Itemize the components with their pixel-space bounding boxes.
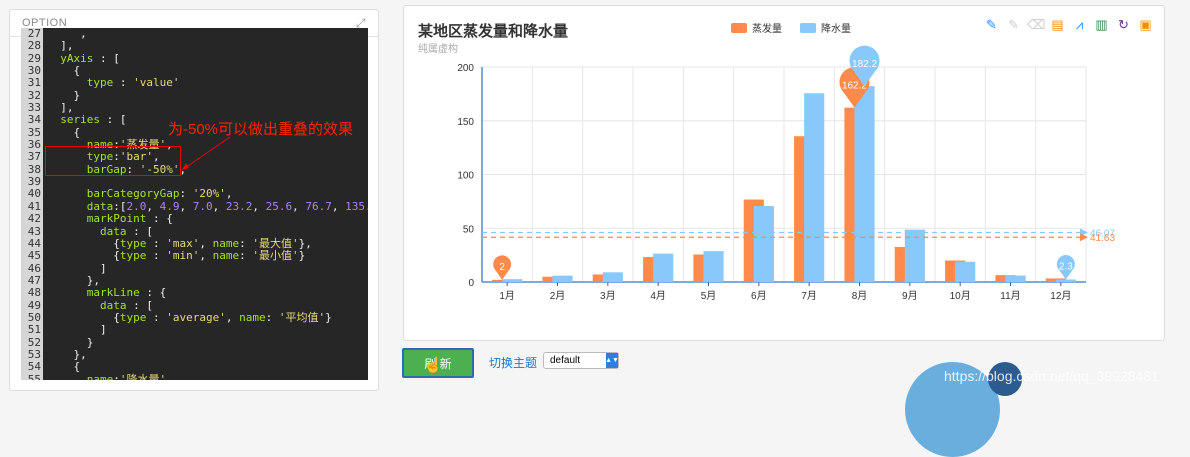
bar <box>854 86 875 282</box>
line-number: 45 <box>27 249 41 263</box>
bar <box>1005 275 1026 282</box>
code-content[interactable]: , ], yAxis : [ { type : 'value' } ], ser… <box>47 28 368 380</box>
theme-select[interactable]: default ▲▼ <box>543 352 619 369</box>
bar-chart: 0 50 100 150 200 1月 2月 3月 4月 5月 6月 7月 8月 9月 10月 11月 12月 4… <box>457 45 1115 302</box>
x-tick-label: 12月 <box>1050 290 1071 302</box>
annotation-text: 为-50%可以做出重叠的效果 <box>168 121 354 138</box>
x-tick-label: 11月 <box>1000 290 1020 302</box>
chart-panel: 某地区蒸发量和降水量 纯属虚构 蒸发量 降水量 ✎ ✎ ⌫ ▤ ⩘ ▥ ↻ ▣ … <box>403 5 1165 341</box>
bar <box>804 93 825 282</box>
line-number: 31 <box>27 76 41 90</box>
y-tick-label: 200 <box>457 63 474 74</box>
bar <box>602 272 623 282</box>
x-tick-label: 8月 <box>852 290 868 302</box>
line-number: 28 <box>27 39 41 53</box>
line-number: 42 <box>27 212 41 226</box>
x-tick-label: 9月 <box>902 290 918 302</box>
bar <box>955 261 976 282</box>
bar <box>502 279 523 282</box>
line-number: 51 <box>27 323 41 337</box>
mark-point-label: 182.2 <box>852 59 877 70</box>
x-tick-label: 1月 <box>499 290 515 302</box>
theme-label: 切换主题 <box>489 356 538 370</box>
mark-line-label: 41.63 <box>1090 233 1115 244</box>
bar <box>753 205 774 282</box>
y-tick-label: 50 <box>463 224 475 235</box>
mark-point-label: 2.3 <box>1059 262 1073 273</box>
bar <box>653 253 674 282</box>
mark-point-label: 2 <box>499 262 505 273</box>
annotation-box <box>45 146 181 176</box>
line-number: 37 <box>27 150 41 164</box>
y-tick-label: 100 <box>457 171 474 182</box>
x-tick-label: 7月 <box>801 290 817 302</box>
y-tick-label: 150 <box>457 117 474 128</box>
bar <box>552 275 573 282</box>
x-tick-label: 3月 <box>600 290 616 302</box>
line-number: 54 <box>27 360 41 374</box>
theme-select-value: default <box>550 355 581 366</box>
chevron-down-icon: ▲▼ <box>605 353 619 368</box>
line-number: 34 <box>27 113 41 127</box>
watermark: https://blog.csdn.net/qq_39928481 <box>944 368 1159 384</box>
line-number: 48 <box>27 286 41 300</box>
x-tick-label: 5月 <box>701 290 717 302</box>
line-number-gutter: 27 28 29 30 31 32 33 34 35 36 37 38 39 40 41 42 43 44 45 46… <box>21 28 43 380</box>
bar <box>1055 279 1076 282</box>
x-tick-label: 6月 <box>751 290 767 302</box>
x-tick-label: 2月 <box>550 290 566 302</box>
x-tick-label: 10月 <box>950 290 971 302</box>
line-number: 43 <box>27 224 41 238</box>
hand-cursor-icon: ☝ <box>424 357 443 374</box>
line-number: 55 <box>27 372 41 380</box>
line-number: 40 <box>27 187 41 201</box>
code-editor[interactable]: 27 28 29 30 31 32 33 34 35 36 37 38 39 40 41 42 43 44 45 46… <box>21 28 368 380</box>
annotation-arrow <box>181 136 231 171</box>
x-tick-label: 4月 <box>650 290 666 302</box>
bar <box>703 251 724 282</box>
y-tick-label: 0 <box>468 278 474 289</box>
